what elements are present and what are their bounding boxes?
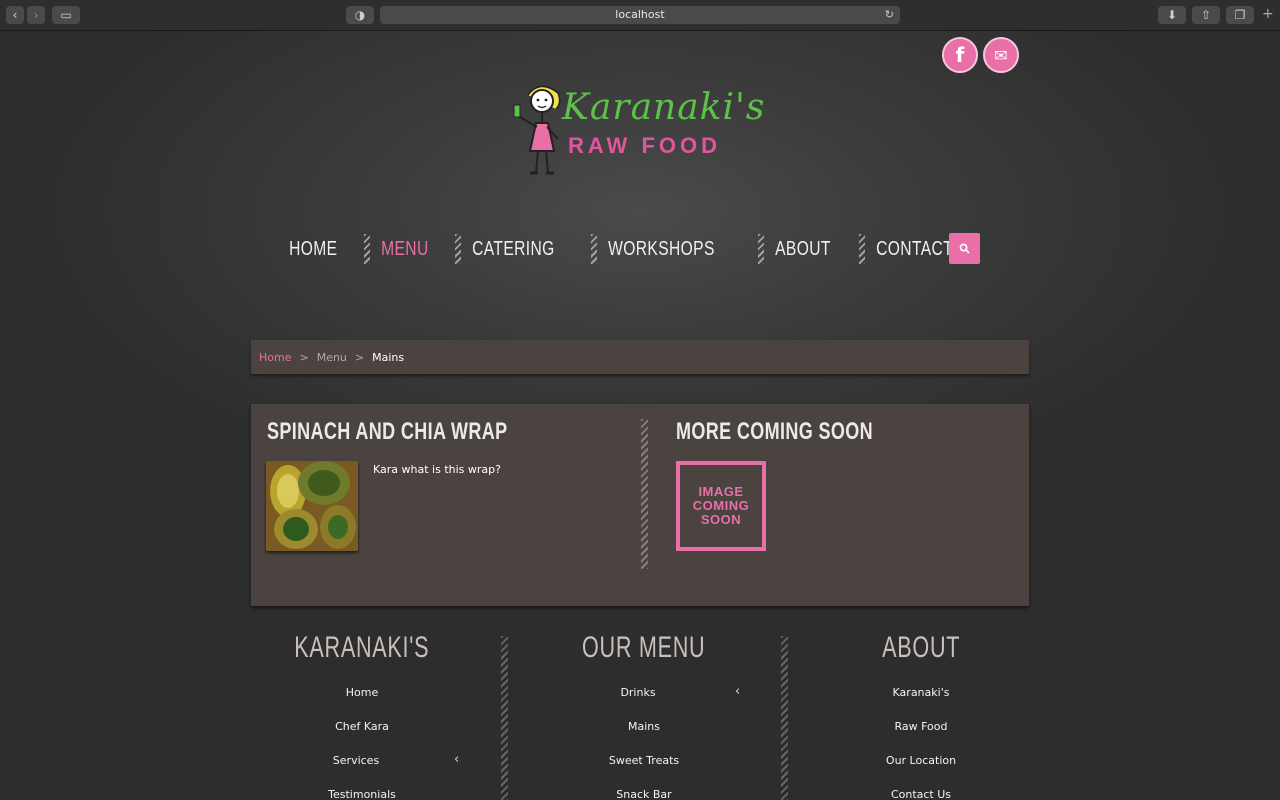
forward-icon[interactable]: › (27, 6, 45, 24)
footer-link[interactable]: Karanaki's (801, 686, 1041, 720)
coming-soon-title: MORE COMING SOON (676, 418, 874, 445)
footer-link[interactable]: Chef Kara (242, 720, 482, 754)
nav-divider (757, 234, 764, 264)
email-glyph: ✉ (994, 45, 1008, 65)
logo-title: Karanaki's (562, 87, 766, 128)
breadcrumb-menu[interactable]: Menu (317, 351, 347, 364)
footer-link-label: Drinks (620, 686, 656, 699)
breadcrumb-home[interactable]: Home (259, 351, 291, 364)
email-icon[interactable]: ✉ (983, 37, 1019, 73)
footer-links: Karanaki's Raw Food Our Location Contact… (801, 686, 1041, 800)
footer-links: Home Chef Kara Services ‹ Testimonials (242, 686, 482, 800)
logo-subtitle: RAW FOOD (568, 133, 721, 158)
reader-icon[interactable]: ◑ (346, 6, 374, 24)
wrap-thumbnail[interactable] (266, 461, 358, 551)
nav-about[interactable]: ABOUT (772, 238, 834, 261)
search-icon (959, 243, 970, 254)
footer-divider (501, 636, 508, 800)
chevron-left-icon[interactable]: ‹ (454, 752, 459, 767)
address-bar[interactable]: localhost ↻ (380, 6, 900, 24)
chevron-left-icon[interactable]: ‹ (735, 684, 740, 699)
site-logo[interactable]: Karanaki's RAW FOOD (510, 81, 780, 181)
new-tab-icon[interactable]: + (1262, 6, 1274, 22)
nav-divider (454, 234, 461, 264)
downloads-icon[interactable]: ⬇ (1158, 6, 1186, 24)
wrap-photo (266, 461, 358, 551)
breadcrumb: Home > Menu > Mains (251, 340, 1029, 374)
sidebar-toggle-icon[interactable]: ▭ (52, 6, 80, 24)
tabs-icon[interactable]: ❐ (1226, 6, 1254, 24)
footer-col-about: ABOUT Karanaki's Raw Food Our Location C… (801, 631, 1041, 800)
footer-title: KARANAKI'S (294, 631, 430, 664)
footer-link[interactable]: Home (242, 686, 482, 720)
url-text: localhost (615, 8, 665, 21)
footer-link[interactable]: Contact Us (801, 788, 1041, 800)
footer-col-our-menu: OUR MENU Drinks ‹ Mains Sweet Treats Sna… (524, 631, 764, 800)
nav-divider (858, 234, 865, 264)
nav-divider (590, 234, 597, 264)
item-description: Kara what is this wrap? (373, 463, 501, 476)
back-icon[interactable]: ‹ (6, 6, 24, 24)
share-icon[interactable]: ⇧ (1192, 6, 1220, 24)
footer-title: ABOUT (881, 631, 961, 664)
facebook-icon[interactable]: f (942, 37, 978, 73)
page: f ✉ Karanaki's RAW FOOD HOME MENU CATERI… (0, 31, 1280, 800)
menu-panel: SPINACH AND CHIA WRAP Kara what is this … (251, 404, 1029, 606)
footer-link[interactable]: Snack Bar (524, 788, 764, 800)
footer-link[interactable]: Drinks ‹ (524, 684, 764, 720)
nav-workshops[interactable]: WORKSHOPS (605, 238, 718, 261)
nav-menu[interactable]: MENU (378, 238, 432, 261)
item-title[interactable]: SPINACH AND CHIA WRAP (267, 418, 508, 446)
nav-catering[interactable]: CATERING (469, 238, 558, 261)
breadcrumb-separator: > (354, 350, 365, 364)
breadcrumb-current: Mains (372, 350, 405, 364)
nav-divider (364, 234, 370, 264)
footer-title: OUR MENU (582, 631, 706, 664)
reload-icon[interactable]: ↻ (885, 6, 894, 24)
image-coming-soon-placeholder: IMAGE COMING SOON (676, 461, 766, 551)
breadcrumb-separator: > (299, 350, 309, 364)
footer-divider (781, 636, 788, 800)
footer-col-karanakis: KARANAKI'S Home Chef Kara Services ‹ Tes… (242, 631, 482, 800)
footer-link[interactable]: Mains (524, 720, 764, 754)
nav-contact[interactable]: CONTACT (873, 238, 956, 261)
main-nav: HOME MENU CATERING WORKSHOPS ABOUT CONTA… (286, 231, 980, 267)
browser-toolbar: ‹ › ▭ ◑ localhost ↻ ⬇ ⇧ ❐ + (0, 0, 1280, 31)
facebook-glyph: f (955, 43, 965, 67)
search-button[interactable] (949, 233, 980, 264)
footer-link[interactable]: Services ‹ (242, 752, 482, 788)
girl-mascot-icon (513, 85, 561, 175)
nav-home[interactable]: HOME (286, 238, 341, 261)
footer-links: Drinks ‹ Mains Sweet Treats Snack Bar (524, 684, 764, 800)
footer-link[interactable]: Raw Food (801, 720, 1041, 754)
footer-link[interactable]: Our Location (801, 754, 1041, 788)
placeholder-text: IMAGE COMING SOON (692, 484, 750, 527)
column-divider (641, 419, 648, 569)
footer-link-label: Services (332, 754, 380, 767)
footer-link[interactable]: Sweet Treats (524, 754, 764, 788)
footer-link[interactable]: Testimonials (242, 788, 482, 800)
